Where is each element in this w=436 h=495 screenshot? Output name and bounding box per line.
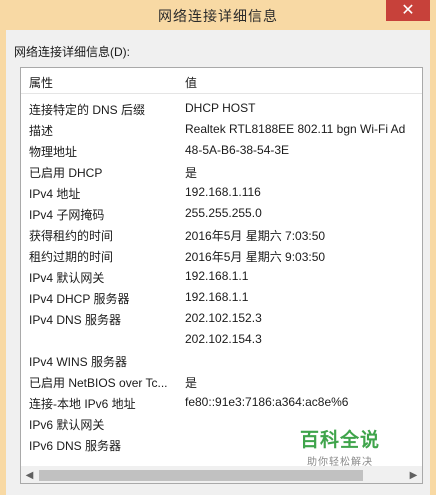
property-name: 连接特定的 DNS 后缀 — [29, 103, 146, 117]
property-value: 是 — [185, 376, 198, 390]
property-name: 租约过期的时间 — [29, 250, 114, 264]
property-name: IPv6 DNS 服务器 — [29, 439, 122, 453]
column-header-value[interactable]: 值 — [185, 74, 197, 91]
property-value: 255.255.255.0 — [185, 206, 262, 220]
close-button[interactable]: ✕ — [386, 0, 430, 21]
list-row[interactable]: IPv4 DHCP 服务器 192.168.1.1 — [21, 286, 422, 307]
property-value: 48-5A-B6-38-54-3E — [185, 143, 290, 157]
property-value: DHCP HOST — [185, 101, 256, 115]
property-value: 192.168.1.1 — [185, 290, 249, 304]
list-row[interactable]: IPv4 WINS 服务器 — [21, 349, 422, 370]
list-row[interactable]: IPv4 默认网关 192.168.1.1 — [21, 265, 422, 286]
property-value: 2016年5月 星期六 7:03:50 — [185, 229, 326, 243]
property-name: 物理地址 — [29, 145, 78, 159]
scroll-right-icon[interactable]: ▶ — [405, 467, 422, 483]
list-row[interactable]: IPv4 DNS 服务器 202.102.152.3 — [21, 307, 422, 328]
property-value: 202.102.154.3 — [185, 332, 262, 346]
list-row[interactable]: 租约过期的时间 2016年5月 星期六 9:03:50 — [21, 244, 422, 265]
property-name: IPv4 子网掩码 — [29, 208, 105, 222]
property-name: 描述 — [29, 124, 54, 138]
property-name: 获得租约的时间 — [29, 229, 114, 243]
list-header: 属性 值 — [21, 68, 422, 94]
property-name: IPv4 WINS 服务器 — [29, 355, 128, 369]
horizontal-scrollbar[interactable]: ◀ ▶ — [21, 466, 422, 483]
property-value: Realtek RTL8188EE 802.11 bgn Wi-Fi Ad — [185, 122, 406, 136]
list-row[interactable]: IPv4 地址 192.168.1.116 — [21, 181, 422, 202]
list-row[interactable]: 获得租约的时间 2016年5月 星期六 7:03:50 — [21, 223, 422, 244]
watermark-logo: 百科全说 助你轻松解决 — [300, 425, 380, 468]
property-name: 连接-本地 IPv6 地址 — [29, 397, 136, 411]
window-title: 网络连接详细信息 — [158, 8, 278, 24]
list-row[interactable]: 连接特定的 DNS 后缀 DHCP HOST — [21, 97, 422, 118]
scroll-left-icon[interactable]: ◀ — [21, 467, 38, 483]
list-row[interactable]: 描述 Realtek RTL8188EE 802.11 bgn Wi-Fi Ad — [21, 118, 422, 139]
list-row[interactable]: 连接-本地 IPv6 地址 fe80::91e3:7186:a364:ac8e%6 — [21, 391, 422, 412]
list-row[interactable]: 202.102.154.3 — [21, 328, 422, 349]
property-value: 是 — [185, 166, 198, 180]
property-value: fe80::91e3:7186:a364:ac8e%6 — [185, 395, 349, 409]
property-value: 2016年5月 星期六 9:03:50 — [185, 250, 326, 264]
property-name: IPv4 默认网关 — [29, 271, 105, 285]
property-name: IPv6 默认网关 — [29, 418, 105, 432]
list-row[interactable]: IPv4 子网掩码 255.255.255.0 — [21, 202, 422, 223]
property-name: IPv4 地址 — [29, 187, 81, 201]
close-icon: ✕ — [401, 1, 415, 19]
property-name: 已启用 NetBIOS over Tc... — [29, 376, 168, 390]
list-row[interactable]: 物理地址 48-5A-B6-38-54-3E — [21, 139, 422, 160]
property-value: 192.168.1.116 — [185, 185, 261, 199]
property-value: 192.168.1.1 — [185, 269, 249, 283]
property-name: IPv4 DNS 服务器 — [29, 313, 122, 327]
details-list[interactable]: 属性 值 连接特定的 DNS 后缀 DHCP HOST 描述 Realtek RTL… — [20, 67, 423, 484]
details-label: 网络连接详细信息(D): — [14, 45, 130, 59]
watermark-subtitle: 助你轻松解决 — [307, 457, 373, 468]
list-row[interactable]: 已启用 NetBIOS over Tc... 是 — [21, 370, 422, 391]
property-name: 已启用 DHCP — [29, 166, 103, 180]
list-row[interactable]: 已启用 DHCP 是 — [21, 160, 422, 181]
title-bar: 网络连接详细信息 ✕ — [0, 0, 436, 30]
scrollbar-thumb[interactable] — [39, 470, 363, 481]
property-name: IPv4 DHCP 服务器 — [29, 292, 130, 306]
property-value: 202.102.152.3 — [185, 311, 262, 325]
watermark-title: 百科全说 — [300, 430, 381, 451]
column-header-property[interactable]: 属性 — [29, 74, 53, 91]
list-rows: 连接特定的 DNS 后缀 DHCP HOST 描述 Realtek RTL8188E… — [21, 97, 422, 454]
